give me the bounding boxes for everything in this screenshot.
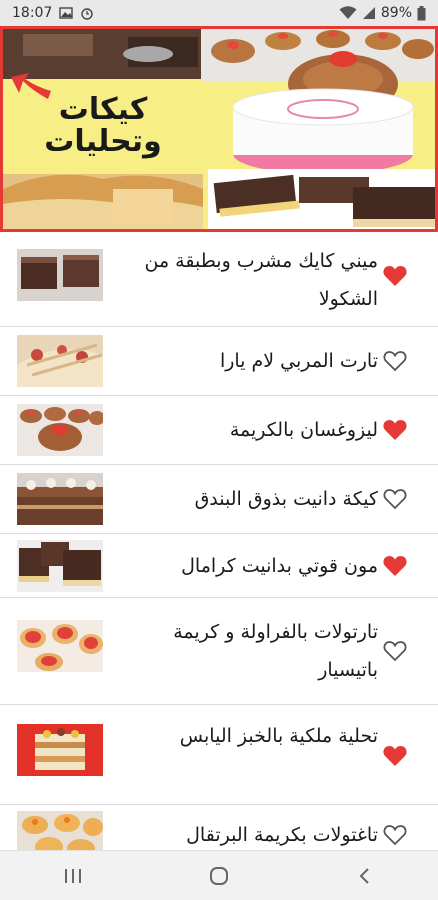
banner-title-line2: وتحليات — [44, 124, 161, 159]
recipe-thumbnail — [17, 811, 103, 850]
list-item[interactable]: تارت المربي لام يارا — [0, 327, 438, 396]
favorite-heart-icon[interactable] — [382, 349, 408, 373]
recipe-thumbnail — [17, 473, 103, 525]
favorite-heart-icon[interactable] — [382, 487, 408, 511]
battery-level: 89% — [380, 5, 412, 21]
recipe-title: مون قوتي بدانيت كرامال — [181, 555, 378, 577]
status-bar: 18:07 89% — [0, 0, 438, 26]
list-item[interactable]: مون قوتي بدانيت كرامال — [0, 534, 438, 598]
wifi-icon — [339, 6, 357, 20]
recipe-thumbnail — [17, 540, 103, 592]
header-banner: كيكات وتحليات — [0, 26, 438, 232]
list-item[interactable]: ليزوغسان بالكريمة — [0, 396, 438, 465]
favorite-heart-icon[interactable] — [382, 744, 408, 768]
recipe-title: تارت المربي لام يارا — [219, 350, 378, 372]
recipe-thumbnail — [17, 404, 103, 456]
list-item[interactable]: تاغتولات بكريمة البرتقال — [0, 805, 438, 850]
recipe-thumbnail — [17, 249, 103, 301]
status-time: 18:07 — [12, 5, 53, 21]
recipe-title: كيكة دانيت بذوق البندق — [194, 488, 378, 510]
favorite-heart-icon[interactable] — [382, 823, 408, 847]
recipe-thumbnail — [17, 620, 103, 672]
system-nav-bar — [0, 850, 438, 900]
back-icon[interactable] — [335, 856, 395, 896]
list-item[interactable]: ميني كايك مشرب وبطبقة من الشكولا — [0, 234, 438, 327]
recipe-title: ميني كايك مشرب وبطبقة من الشكولا — [144, 250, 379, 310]
recipe-title: تاغتولات بكريمة البرتقال — [186, 824, 378, 846]
banner-title-line1: كيكات — [59, 92, 148, 127]
battery-icon — [417, 5, 426, 21]
favorite-heart-icon[interactable] — [382, 554, 408, 578]
list-item[interactable]: كيكة دانيت بذوق البندق — [0, 465, 438, 534]
list-item[interactable]: تحلية ملكية بالخبز اليابس — [0, 705, 438, 805]
list-item[interactable]: تارتولات بالفراولة و كريمة باتيسيار — [0, 598, 438, 705]
signal-icon — [362, 6, 376, 20]
favorite-heart-icon[interactable] — [382, 418, 408, 442]
recipe-thumbnail — [17, 335, 103, 387]
recipe-title: تحلية ملكية بالخبز اليابس — [179, 725, 378, 747]
recent-apps-icon[interactable] — [43, 856, 103, 896]
favorite-heart-icon[interactable] — [382, 639, 408, 663]
recipe-title: تارتولات بالفراولة و كريمة باتيسيار — [173, 621, 378, 681]
favorite-heart-icon[interactable] — [382, 264, 408, 288]
image-notification-icon — [59, 7, 74, 19]
banner-illustration: كيكات وتحليات — [3, 29, 435, 229]
recipe-thumbnail — [17, 724, 103, 776]
alarm-icon — [80, 6, 94, 20]
recipe-title: ليزوغسان بالكريمة — [229, 419, 378, 441]
recipe-list[interactable]: ميني كايك مشرب وبطبقة من الشكولا تارت ال… — [0, 234, 438, 850]
home-icon[interactable] — [189, 856, 249, 896]
